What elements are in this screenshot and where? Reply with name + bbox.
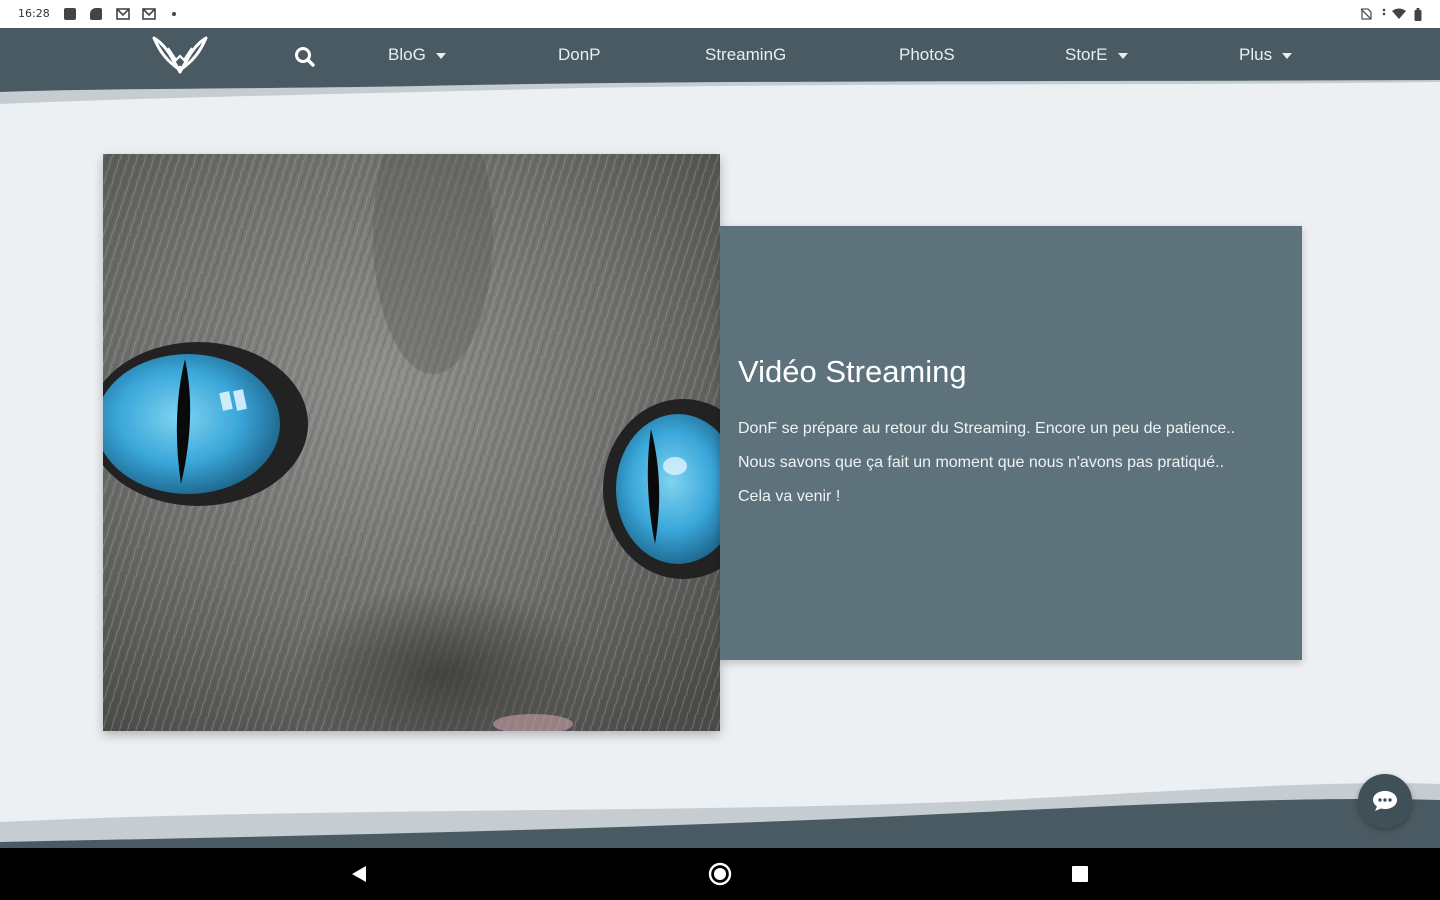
nav-item-label: StreaminG (705, 45, 787, 64)
chat-button[interactable] (1358, 774, 1412, 828)
no-sim-icon (1360, 8, 1372, 20)
home-button[interactable] (708, 862, 732, 891)
mail-icon (116, 8, 130, 20)
nav-item-donp[interactable]: DonP (558, 42, 601, 68)
recents-button[interactable] (1071, 865, 1089, 888)
nav-item-label: StorE (1065, 45, 1108, 64)
status-bar: 16:28 (0, 0, 1440, 28)
cat-eyes-image (103, 154, 720, 731)
search-button[interactable] (292, 44, 318, 70)
nav-item-label: PhotoS (899, 45, 955, 64)
status-time: 16:28 (18, 7, 50, 20)
home-icon (708, 862, 732, 886)
panel-text: DonF se prépare au retour du Streaming. … (738, 420, 1236, 505)
nav-wave-decoration (0, 80, 1440, 104)
fox-logo-icon[interactable] (150, 34, 210, 76)
content-panel: Vidéo Streaming DonF se prépare au retou… (720, 226, 1302, 660)
nav-item-label: BloG (388, 45, 426, 64)
nav-item-blog[interactable]: BloG (388, 42, 446, 68)
mail-icon (142, 8, 156, 20)
chevron-down-icon (1282, 52, 1293, 59)
search-icon (295, 47, 315, 67)
battery-icon (1414, 8, 1422, 21)
nav-item-streaming[interactable]: StreaminG (705, 42, 786, 68)
panel-title: Vidéo Streaming (738, 354, 967, 389)
notification-icon (90, 8, 102, 20)
nav-item-label: Plus (1239, 45, 1273, 64)
nav-item-photos[interactable]: PhotoS (899, 42, 955, 68)
nav-item-label: DonP (558, 45, 601, 64)
signal-icon (1382, 8, 1386, 20)
chevron-down-icon (435, 52, 446, 59)
back-button[interactable] (350, 865, 368, 888)
chevron-down-icon (1117, 52, 1128, 59)
wifi-icon (1392, 8, 1406, 20)
nav-item-plus[interactable]: Plus (1239, 42, 1293, 68)
more-notifications-icon (172, 12, 176, 16)
back-icon (352, 866, 366, 882)
footer-wave-decoration (0, 783, 1440, 848)
system-navigation-bar (0, 848, 1440, 900)
recents-icon (1072, 866, 1088, 882)
chat-bubble-icon (1373, 791, 1397, 811)
notification-icon (64, 8, 76, 20)
nav-item-store[interactable]: StorE (1065, 42, 1128, 68)
